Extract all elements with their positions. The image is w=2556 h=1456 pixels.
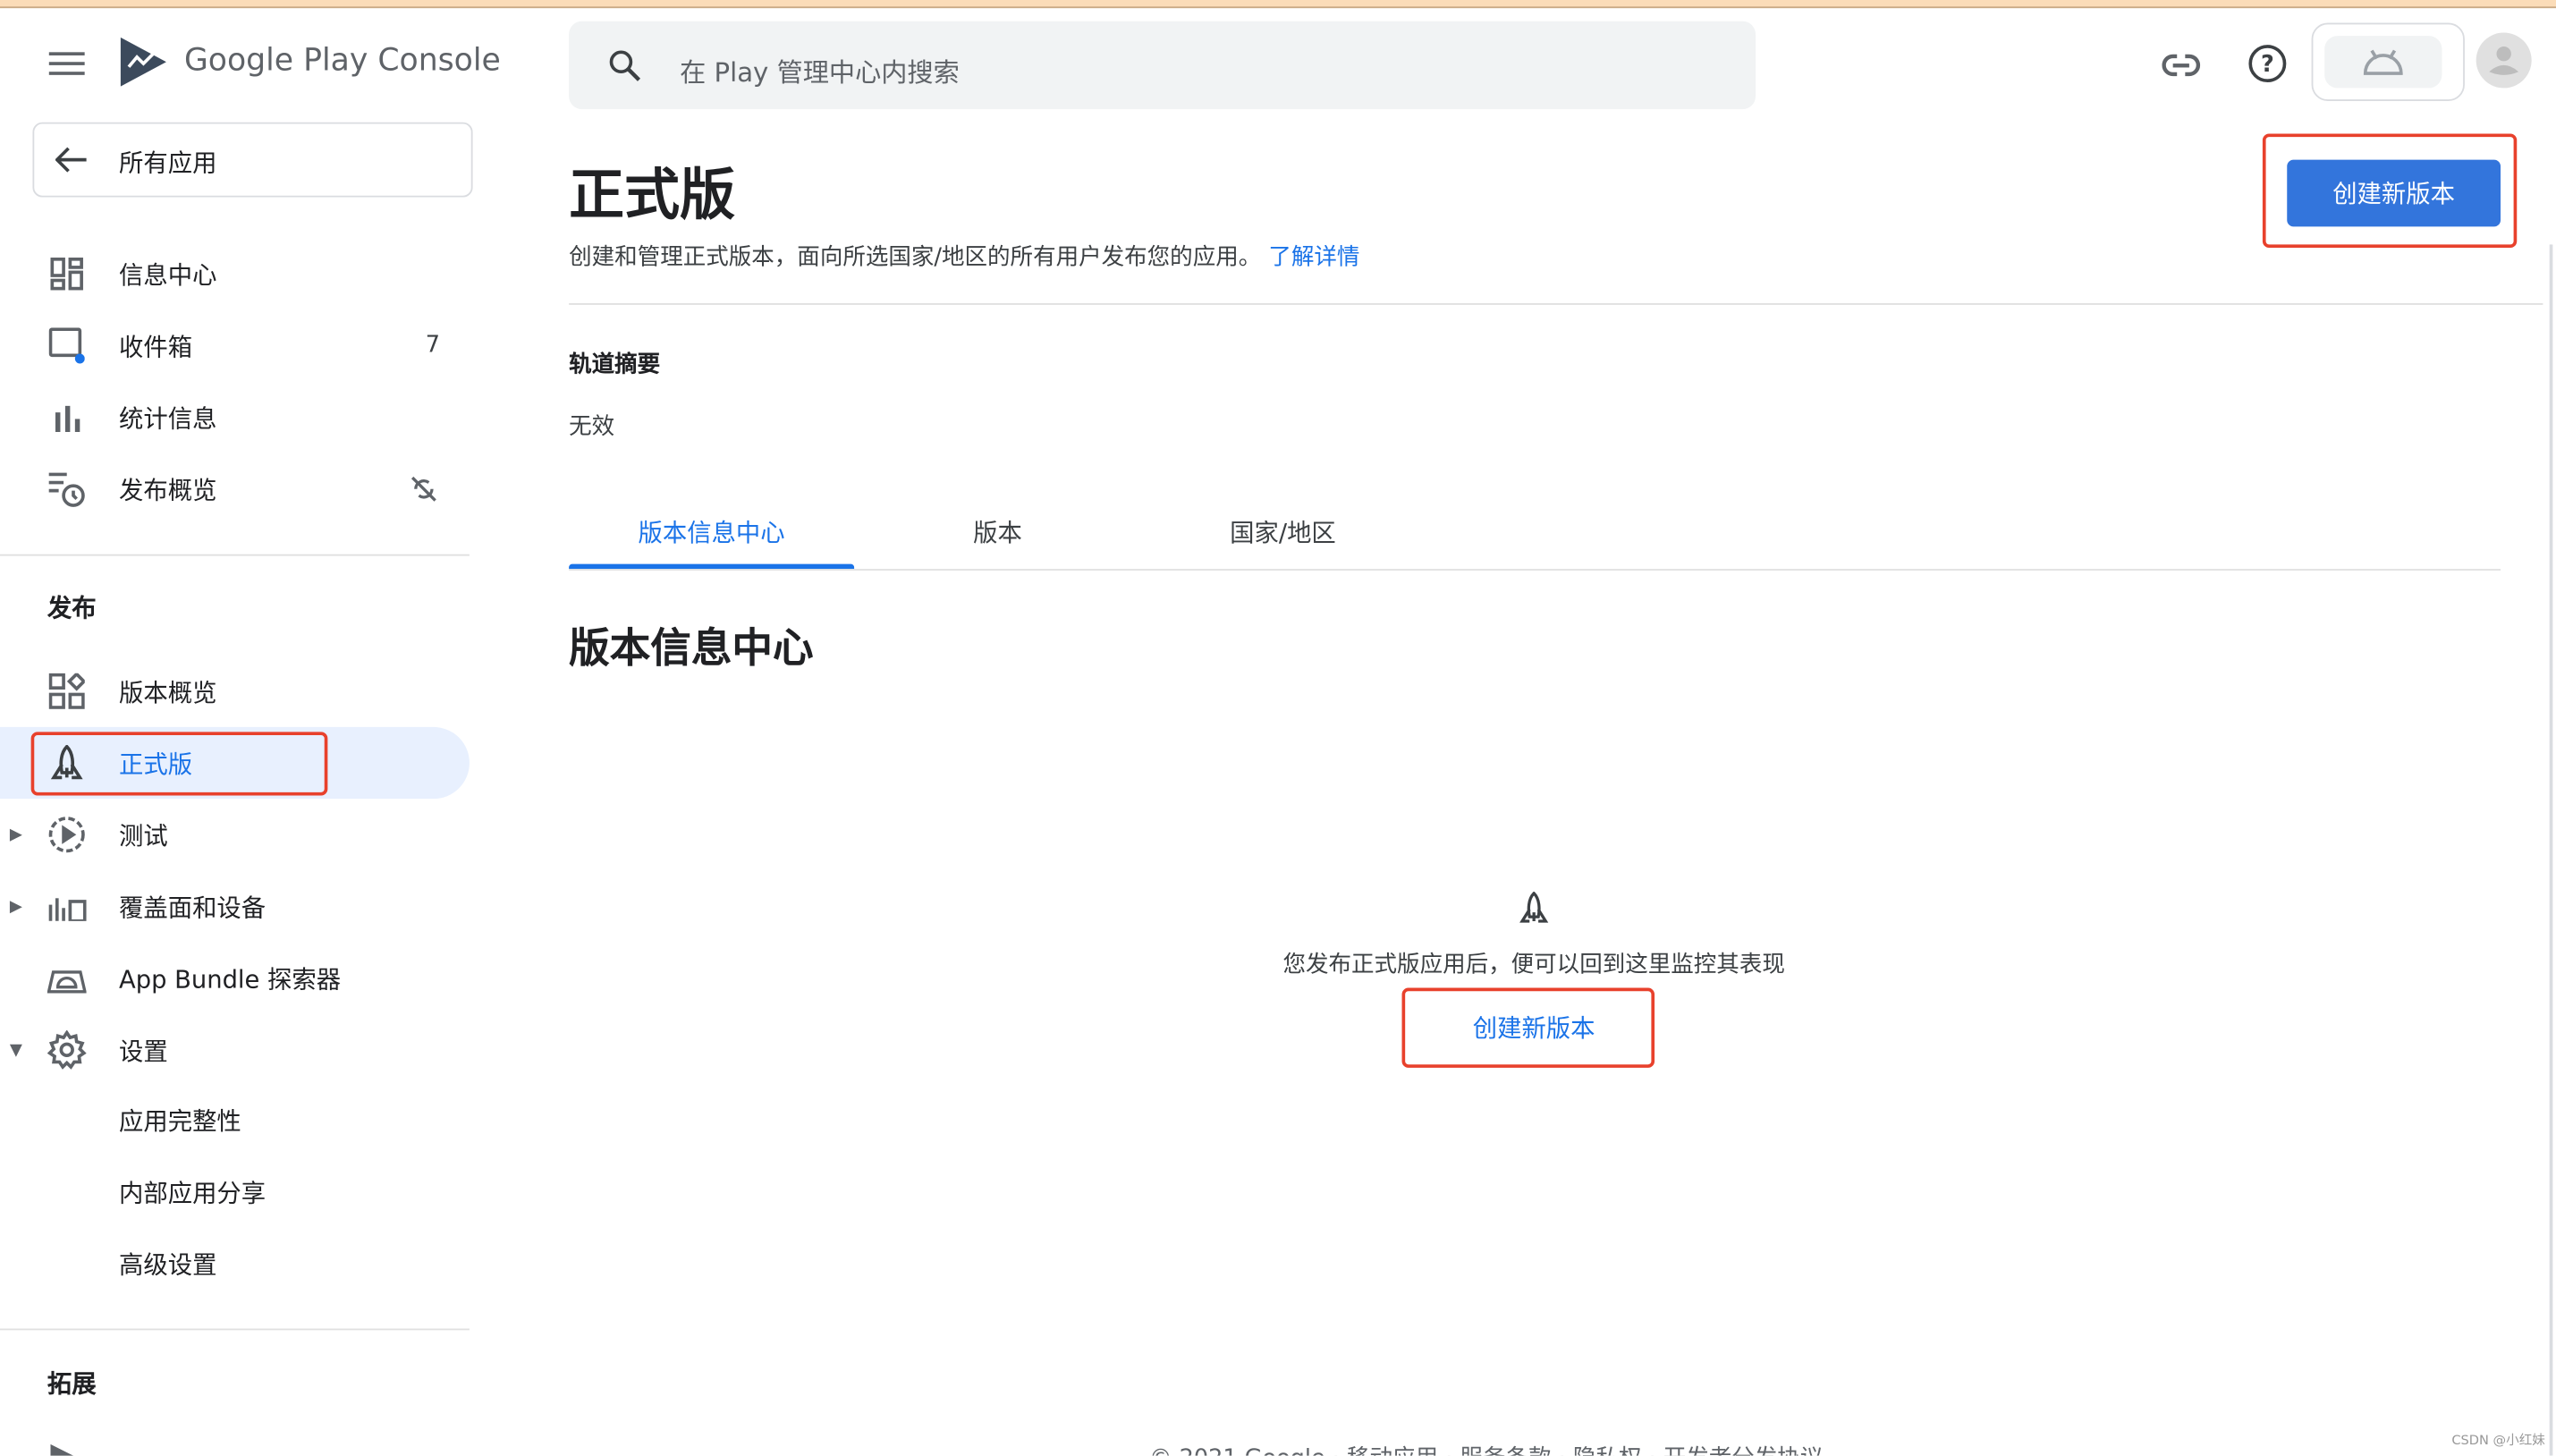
create-release-button[interactable]: 创建新版本 — [2287, 159, 2501, 227]
sidebar-item-internal-app-sharing[interactable]: 内部应用分享 — [0, 1155, 470, 1227]
search-placeholder: 在 Play 管理中心内搜索 — [680, 56, 960, 89]
sidebar-item-publishing-overview[interactable]: 发布概览 — [0, 453, 470, 525]
app-name: Google Play Console — [183, 42, 501, 79]
sidebar-item-app-integrity[interactable]: 应用完整性 — [0, 1084, 470, 1155]
footer-links[interactable]: © 2021 Google · 移动应用 · 服务条款 · 隐私权 · 开发者分… — [1149, 1441, 1823, 1456]
help-icon[interactable]: ? — [2248, 44, 2288, 83]
app-switcher-chip[interactable] — [2311, 22, 2465, 102]
highlight-box-sidebar — [30, 732, 328, 796]
sidebar-item-releases-overview[interactable]: 版本概览 — [0, 656, 470, 727]
sidebar-item-statistics[interactable]: 统计信息 — [0, 382, 470, 453]
sidebar-item-label: 应用完整性 — [119, 1105, 241, 1136]
devices-icon — [47, 887, 87, 927]
sidebar-item-app-bundle-explorer[interactable]: App Bundle 探索器 — [0, 943, 470, 1014]
search-input[interactable]: 在 Play 管理中心内搜索 — [569, 21, 1756, 110]
tab-releases[interactable]: 版本 — [888, 515, 1106, 549]
description-text: 创建和管理正式版本，面向所选国家/地区的所有用户发布您的应用。 — [569, 244, 1262, 271]
gear-icon — [47, 1029, 87, 1070]
empty-state-text: 您发布正式版应用后，便可以回到这里监控其表现 — [1282, 952, 1785, 978]
inbox-count-badge: 7 — [425, 332, 440, 359]
rocket-icon — [1518, 890, 1550, 926]
extend-section-heading: 拓展 — [47, 1369, 97, 1399]
app-icon-android — [2324, 36, 2442, 89]
browser-top-bar — [0, 0, 2556, 9]
sidebar-item-label: 发布概览 — [119, 475, 217, 505]
sidebar-item-label: App Bundle 探索器 — [119, 964, 342, 994]
tab-countries[interactable]: 国家/地区 — [1157, 515, 1409, 549]
search-icon — [605, 46, 644, 85]
link-icon[interactable] — [2162, 46, 2201, 85]
svg-text:?: ? — [2261, 51, 2274, 78]
sidebar-item-label: 内部应用分享 — [119, 1177, 267, 1207]
sync-disabled-icon[interactable] — [408, 473, 440, 505]
release-section-heading: 发布 — [47, 593, 97, 623]
learn-more-link[interactable]: 了解详情 — [1268, 244, 1359, 270]
expand-caret-icon[interactable]: ▶ — [10, 897, 22, 915]
testing-icon — [47, 815, 87, 854]
sidebar-item-label: 测试 — [119, 820, 168, 851]
sidebar-item-testing[interactable]: ▶ 测试 — [0, 799, 470, 870]
bar-chart-icon — [47, 398, 87, 437]
sidebar-item-label: 统计信息 — [119, 403, 217, 433]
sidebar-item-settings[interactable]: ▼ 设置 — [0, 1014, 470, 1086]
sidebar-item-label: 信息中心 — [119, 259, 217, 290]
header-divider — [569, 303, 2543, 305]
empty-create-release-button[interactable]: 创建新版本 — [1418, 997, 1650, 1056]
play-console-logo-icon — [117, 34, 169, 89]
all-apps-button[interactable]: 所有应用 — [32, 122, 473, 198]
dashboard-icon — [47, 254, 87, 293]
expand-caret-icon[interactable]: ▶ — [10, 825, 22, 843]
android-icon — [47, 959, 87, 998]
sidebar-item-label: 收件箱 — [119, 331, 193, 361]
sidebar-item-dashboard[interactable]: 信息中心 — [0, 238, 470, 309]
sidebar-item-inbox[interactable]: 收件箱 7 — [0, 309, 470, 381]
collapse-caret-icon[interactable]: ▼ — [10, 1041, 22, 1059]
releases-overview-icon — [47, 672, 87, 711]
play-icon — [47, 1441, 80, 1456]
avatar[interactable] — [2476, 32, 2532, 89]
scrollbar[interactable] — [2549, 244, 2553, 1456]
tab-release-dashboard[interactable]: 版本信息中心 — [569, 515, 854, 549]
section-title: 版本信息中心 — [569, 624, 814, 672]
watermark: CSDN @小红妹 — [2451, 1433, 2545, 1448]
all-apps-label: 所有应用 — [119, 148, 217, 178]
sidebar-item-label: 覆盖面和设备 — [119, 892, 267, 922]
tabs-divider — [569, 569, 2501, 571]
sidebar-item-label: 高级设置 — [119, 1249, 217, 1279]
inbox-icon — [47, 326, 87, 366]
publishing-overview-icon — [47, 470, 87, 509]
sidebar-item-label: 设置 — [119, 1036, 168, 1066]
track-summary-value: 无效 — [569, 413, 615, 441]
track-summary-label: 轨道摘要 — [569, 351, 661, 378]
sidebar-item-reach-devices[interactable]: ▶ 覆盖面和设备 — [0, 870, 470, 942]
menu-icon[interactable] — [47, 44, 87, 83]
arrow-back-icon — [52, 140, 91, 180]
sidebar-divider — [0, 554, 470, 556]
sidebar-divider — [0, 1328, 470, 1331]
sidebar-item-label: 版本概览 — [119, 677, 217, 707]
page-description: 创建和管理正式版本，面向所选国家/地区的所有用户发布您的应用。 了解详情 — [569, 240, 1359, 272]
sidebar-item-advanced-settings[interactable]: 高级设置 — [0, 1227, 470, 1299]
page-title: 正式版 — [569, 163, 736, 229]
